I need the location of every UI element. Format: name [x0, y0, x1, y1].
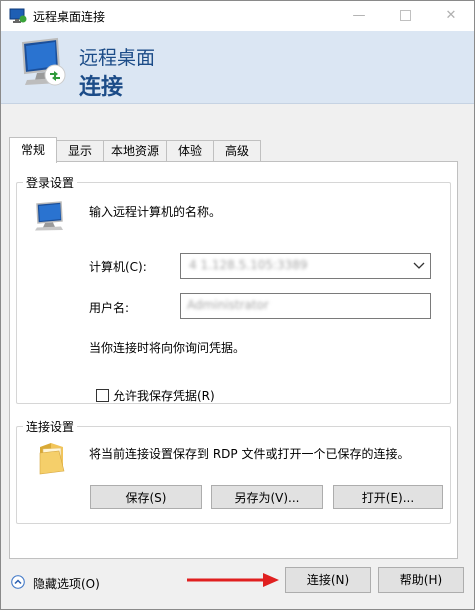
banner-title-line1: 远程桌面	[79, 47, 156, 69]
login-settings-group: 登录设置 输入远程计算机的名称。 计算机(C): 4 1.128.5.105:3…	[16, 174, 451, 404]
tab-panel-general: 登录设置 输入远程计算机的名称。 计算机(C): 4 1.128.5.105:3…	[9, 161, 458, 559]
annotation-arrow	[187, 573, 279, 587]
minimize-icon: —	[352, 8, 366, 23]
computer-icon	[35, 201, 63, 231]
minimize-button[interactable]: —	[336, 1, 382, 31]
username-input[interactable]	[187, 298, 417, 312]
username-label: 用户名:	[89, 301, 130, 315]
tab-advanced[interactable]: 高级	[213, 140, 261, 161]
title-bar: 远程桌面连接 — ✕	[1, 1, 474, 31]
window-title: 远程桌面连接	[33, 10, 106, 24]
close-button[interactable]: ✕	[428, 1, 474, 31]
chevron-down-icon[interactable]	[412, 258, 426, 272]
help-button[interactable]: 帮助(H)	[378, 567, 464, 593]
folder-icon	[39, 443, 65, 475]
remote-desktop-icon	[9, 8, 27, 23]
computer-instruction: 输入远程计算机的名称。	[89, 205, 222, 219]
login-settings-title: 登录设置	[23, 174, 78, 191]
remote-desktop-window: 远程桌面连接 — ✕ 远程桌面 连接 常规 显示 本地资源 体验 高级 登录设置	[0, 0, 475, 610]
computer-combobox[interactable]: 4 1.128.5.105:3389	[180, 253, 431, 279]
hide-options-label[interactable]: 隐藏选项(O)	[33, 575, 100, 592]
chevron-up-circle-icon[interactable]	[11, 575, 25, 589]
maximize-icon	[399, 10, 411, 21]
computer-label: 计算机(C):	[89, 260, 147, 274]
close-icon: ✕	[445, 8, 457, 23]
save-button[interactable]: 保存(S)	[90, 485, 202, 509]
tab-display[interactable]: 显示	[56, 140, 104, 161]
open-button[interactable]: 打开(E)...	[333, 485, 443, 509]
connection-description: 将当前连接设置保存到 RDP 文件或打开一个已保存的连接。	[89, 447, 410, 461]
save-as-button[interactable]: 另存为(V)...	[211, 485, 323, 509]
username-field[interactable]	[180, 293, 431, 319]
connection-settings-group: 连接设置 将当前连接设置保存到 RDP 文件或打开一个已保存的连接。 保存(S)…	[16, 418, 451, 524]
computer-value: 4 1.128.5.105:3389	[189, 258, 308, 272]
credentials-note: 当你连接时将向你询问凭据。	[89, 341, 246, 355]
tab-local-resources[interactable]: 本地资源	[103, 140, 167, 161]
banner-title-line2: 连接	[79, 75, 124, 100]
connect-button[interactable]: 连接(N)	[285, 567, 371, 593]
banner: 远程桌面 连接	[1, 31, 474, 104]
remote-desktop-monitor-icon	[21, 37, 66, 86]
connection-settings-title: 连接设置	[23, 418, 78, 435]
tab-experience[interactable]: 体验	[166, 140, 214, 161]
tab-general[interactable]: 常规	[9, 137, 57, 163]
maximize-button[interactable]	[382, 1, 428, 31]
save-credentials-checkbox[interactable]	[96, 389, 109, 402]
save-credentials-label[interactable]: 允许我保存凭据(R)	[113, 387, 215, 404]
